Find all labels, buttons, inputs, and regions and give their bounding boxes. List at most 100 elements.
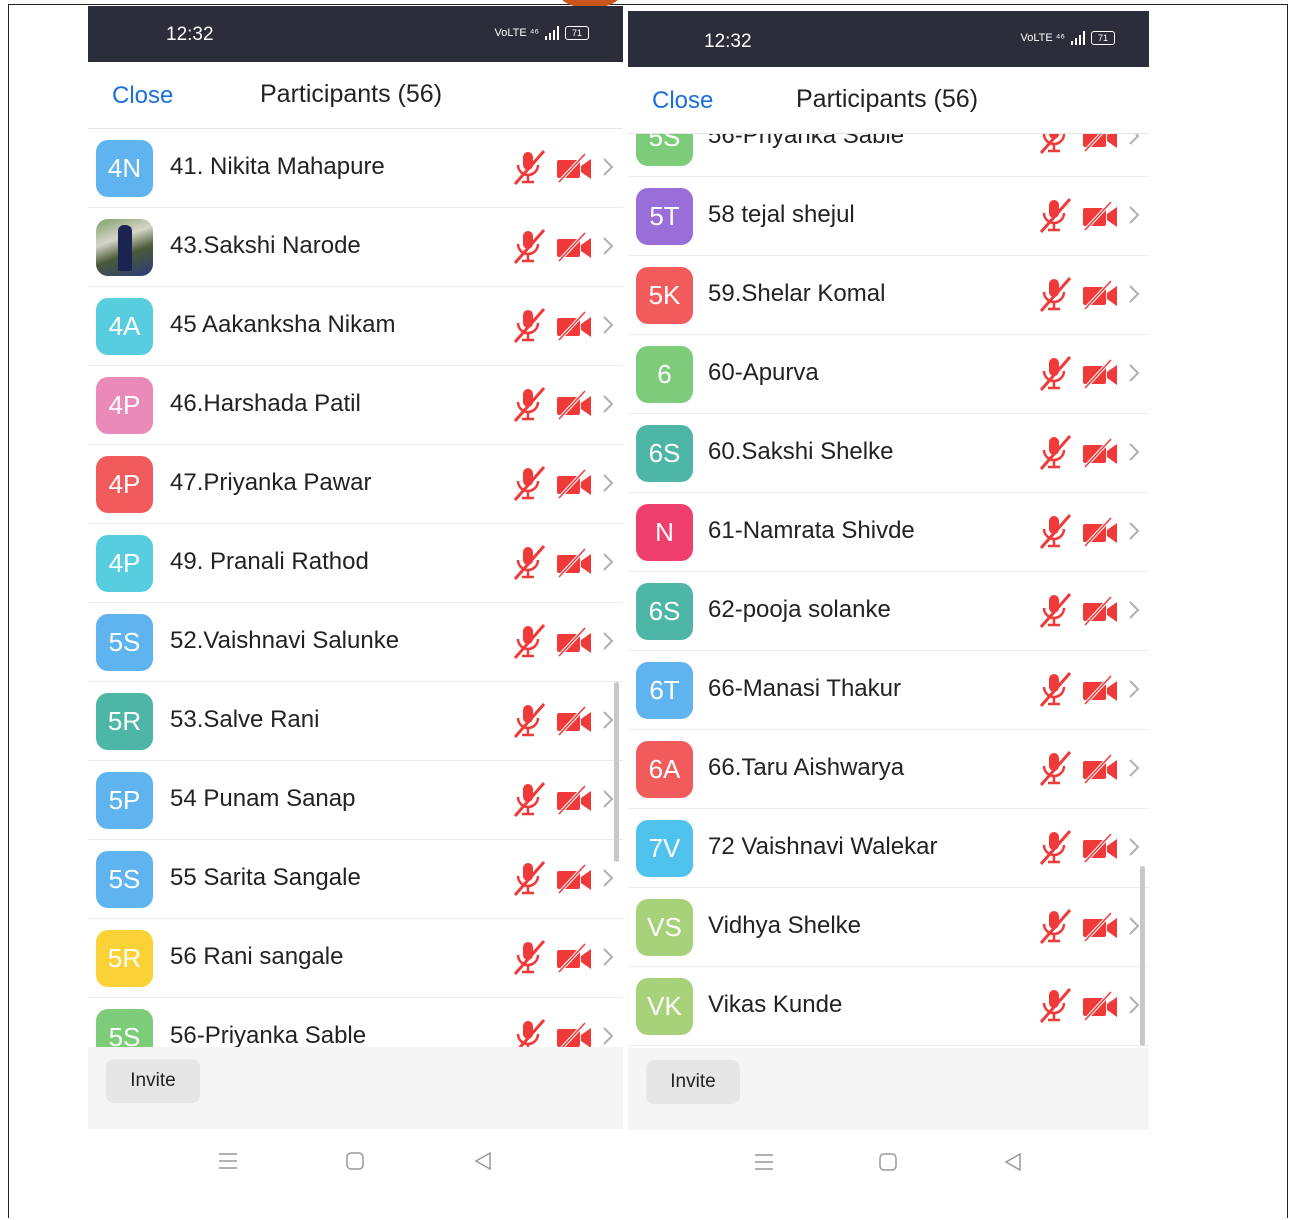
participant-list[interactable]: 5S 56-Priyanka Sable 5T 58 tejal shejul 5K 59… — [628, 134, 1149, 1048]
chevron-right-icon[interactable] — [1127, 520, 1141, 547]
chevron-right-icon[interactable] — [601, 946, 615, 973]
chevron-right-icon[interactable] — [1127, 757, 1141, 784]
video-off-icon[interactable] — [555, 468, 593, 504]
list-item[interactable]: 5S 52.Vaishnavi Salunke — [88, 603, 623, 682]
list-item[interactable]: 5P 54 Punam Sanap — [88, 761, 623, 840]
chevron-right-icon[interactable] — [1127, 678, 1141, 705]
chevron-right-icon[interactable] — [1127, 362, 1141, 389]
video-off-icon[interactable] — [555, 626, 593, 662]
mic-muted-icon[interactable] — [511, 623, 547, 664]
mic-muted-icon[interactable] — [1037, 750, 1073, 791]
back-icon[interactable] — [1003, 1152, 1023, 1172]
back-icon[interactable] — [473, 1151, 493, 1171]
list-item[interactable]: 5R 53.Salve Rani — [88, 682, 623, 761]
chevron-right-icon[interactable] — [1127, 915, 1141, 942]
mic-muted-icon[interactable] — [1037, 276, 1073, 317]
video-off-icon[interactable] — [1081, 516, 1119, 552]
mic-muted-icon[interactable] — [511, 307, 547, 348]
chevron-right-icon[interactable] — [601, 867, 615, 894]
list-item[interactable]: 6T 66-Manasi Thakur — [628, 651, 1149, 730]
mic-muted-icon[interactable] — [1037, 355, 1073, 396]
list-item[interactable]: 43.Sakshi Narode — [88, 208, 623, 287]
video-off-icon[interactable] — [1081, 279, 1119, 315]
list-item[interactable]: 4P 49. Pranali Rathod — [88, 524, 623, 603]
chevron-right-icon[interactable] — [601, 472, 615, 499]
video-off-icon[interactable] — [555, 784, 593, 820]
video-off-icon[interactable] — [1081, 674, 1119, 710]
chevron-right-icon[interactable] — [601, 1025, 615, 1047]
list-item[interactable]: 6S 60.Sakshi Shelke — [628, 414, 1149, 493]
list-item[interactable]: 6A 66.Taru Aishwarya — [628, 730, 1149, 809]
mic-muted-icon[interactable] — [1037, 987, 1073, 1028]
chevron-right-icon[interactable] — [601, 156, 615, 183]
mic-muted-icon[interactable] — [511, 702, 547, 743]
mic-muted-icon[interactable] — [511, 465, 547, 506]
menu-icon[interactable] — [754, 1152, 774, 1172]
mic-muted-icon[interactable] — [1037, 513, 1073, 554]
mic-muted-icon[interactable] — [1037, 592, 1073, 633]
scrollbar[interactable] — [614, 682, 619, 862]
video-off-icon[interactable] — [555, 152, 593, 188]
video-off-icon[interactable] — [1081, 753, 1119, 789]
list-item[interactable]: 5S 56-Priyanka Sable — [88, 998, 623, 1047]
mic-muted-icon[interactable] — [1037, 197, 1073, 238]
list-item[interactable]: VS Vidhya Shelke — [628, 888, 1149, 967]
video-off-icon[interactable] — [555, 705, 593, 741]
chevron-right-icon[interactable] — [601, 551, 615, 578]
video-off-icon[interactable] — [555, 231, 593, 267]
close-button[interactable]: Close — [112, 82, 173, 110]
list-item[interactable]: 6S 62-pooja solanke — [628, 572, 1149, 651]
chevron-right-icon[interactable] — [601, 235, 615, 262]
menu-icon[interactable] — [218, 1151, 238, 1171]
chevron-right-icon[interactable] — [1127, 134, 1141, 152]
mic-muted-icon[interactable] — [1037, 134, 1073, 159]
video-off-icon[interactable] — [1081, 200, 1119, 236]
video-off-icon[interactable] — [555, 942, 593, 978]
chevron-right-icon[interactable] — [601, 788, 615, 815]
mic-muted-icon[interactable] — [1037, 671, 1073, 712]
list-item[interactable]: 5S 56-Priyanka Sable — [628, 134, 1149, 177]
chevron-right-icon[interactable] — [1127, 204, 1141, 231]
chevron-right-icon[interactable] — [1127, 836, 1141, 863]
mic-muted-icon[interactable] — [1037, 829, 1073, 870]
video-off-icon[interactable] — [1081, 134, 1119, 157]
list-item[interactable]: 7V 72 Vaishnavi Walekar — [628, 809, 1149, 888]
video-off-icon[interactable] — [1081, 358, 1119, 394]
mic-muted-icon[interactable] — [511, 228, 547, 269]
chevron-right-icon[interactable] — [1127, 283, 1141, 310]
list-item[interactable]: 4A 45 Aakanksha Nikam — [88, 287, 623, 366]
list-item[interactable]: 4P 47.Priyanka Pawar — [88, 445, 623, 524]
list-item[interactable]: 6 60-Apurva — [628, 335, 1149, 414]
chevron-right-icon[interactable] — [1127, 441, 1141, 468]
list-item[interactable]: 5S 55 Sarita Sangale — [88, 840, 623, 919]
mic-muted-icon[interactable] — [1037, 434, 1073, 475]
close-button[interactable]: Close — [652, 87, 713, 115]
invite-button[interactable]: Invite — [646, 1060, 740, 1104]
video-off-icon[interactable] — [555, 547, 593, 583]
home-icon[interactable] — [345, 1151, 365, 1171]
chevron-right-icon[interactable] — [601, 709, 615, 736]
video-off-icon[interactable] — [1081, 911, 1119, 947]
participant-list[interactable]: 4N 41. Nikita Mahapure 43.Sakshi Narode 4A 4… — [88, 129, 623, 1047]
video-off-icon[interactable] — [555, 389, 593, 425]
list-item[interactable]: N 61-Namrata Shivde — [628, 493, 1149, 572]
chevron-right-icon[interactable] — [601, 393, 615, 420]
mic-muted-icon[interactable] — [1037, 908, 1073, 949]
video-off-icon[interactable] — [555, 863, 593, 899]
video-off-icon[interactable] — [555, 1021, 593, 1047]
mic-muted-icon[interactable] — [511, 1018, 547, 1047]
chevron-right-icon[interactable] — [601, 314, 615, 341]
video-off-icon[interactable] — [1081, 437, 1119, 473]
chevron-right-icon[interactable] — [1127, 599, 1141, 626]
video-off-icon[interactable] — [1081, 832, 1119, 868]
list-item[interactable]: 5K 59.Shelar Komal — [628, 256, 1149, 335]
video-off-icon[interactable] — [1081, 595, 1119, 631]
list-item[interactable]: 4N 41. Nikita Mahapure — [88, 129, 623, 208]
mic-muted-icon[interactable] — [511, 860, 547, 901]
list-item[interactable]: 4P 46.Harshada Patil — [88, 366, 623, 445]
chevron-right-icon[interactable] — [601, 630, 615, 657]
invite-button[interactable]: Invite — [106, 1059, 200, 1103]
list-item[interactable]: VK Vikas Kunde — [628, 967, 1149, 1046]
video-off-icon[interactable] — [555, 310, 593, 346]
mic-muted-icon[interactable] — [511, 149, 547, 190]
